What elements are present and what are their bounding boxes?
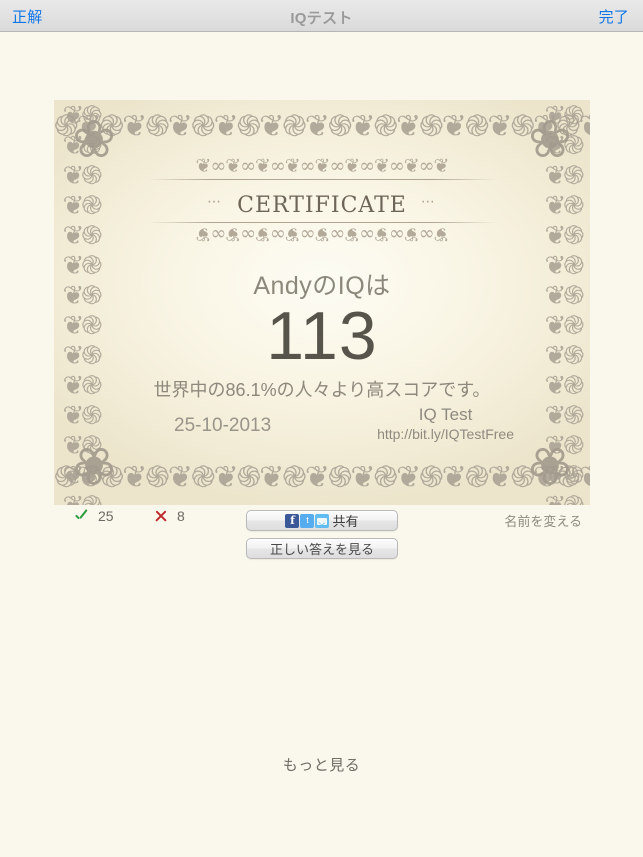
certificate-brand: IQ Test http://bit.ly/IQTestFree [377, 405, 514, 442]
share-button-label: 共有 [332, 514, 359, 529]
heading-dots-left-icon: ⋯ [207, 192, 224, 209]
share-icon-group: f t [285, 513, 330, 528]
flourish-ornament-top: ❦∞❦∞❦∞❦∞❦∞❦∞❦∞❦∞❦ [195, 156, 450, 176]
certificate-border-right: ❦֍❦֎❦֍❦֎❦֍❦֎❦֍❦֎❦֍❦֎❦֍❦֎❦֍❦֎❦֍❦ [544, 100, 584, 505]
certificate-card: ֍❦֎❦֍❦֎❦֍❦֎❦֍❦֎❦֍❦֎❦֍❦֎❦֍❦֎❦֍❦֎❦֍❦֎❦֍❦֎❦… [54, 100, 590, 505]
brand-name: IQ Test [418, 405, 473, 424]
certificate-heading-row: ⋯ Certificate ⋯ [112, 182, 532, 220]
share-button[interactable]: f t 共有 [246, 510, 398, 531]
heading-dots-right-icon: ⋯ [420, 192, 437, 209]
correct-count: 25 [98, 508, 114, 524]
certificate-border-bottom: ֍❦֎❦֍❦֎❦֍❦֎❦֍❦֎❦֍❦֎❦֍❦֎❦֍❦֎❦֍❦֎❦֍❦֎❦֍❦֎❦ [54, 461, 590, 494]
iq-owner-label: AndyのIQは [253, 272, 391, 300]
certificate-footer: 25-10-2013 IQ Test http://bit.ly/IQTestF… [112, 405, 532, 451]
correct-answers-stat: 25 [74, 508, 114, 524]
cross-icon [154, 509, 168, 523]
top-navigation-bar: 正解 IQテスト 完了 [0, 0, 643, 32]
certificate-border-left: ❦֍❦֎❦֍❦֎❦֍❦֎❦֍❦֎❦֍❦֎❦֍❦֎❦֍❦֎❦֍❦ [62, 100, 102, 505]
certificate-heading: Certificate [237, 182, 407, 220]
nav-done-button[interactable]: 完了 [599, 6, 629, 27]
page-title: IQテスト [290, 10, 353, 27]
wrong-answers-stat: 8 [154, 508, 185, 524]
facebook-icon[interactable]: f [285, 513, 300, 528]
wrong-count: 8 [177, 508, 185, 524]
twitter-icon[interactable]: t [300, 513, 315, 528]
view-answers-label: 正しい答えを見る [269, 542, 374, 557]
view-answers-button[interactable]: 正しい答えを見る [246, 538, 398, 559]
flourish-ornament-bottom: ❦∞❦∞❦∞❦∞❦∞❦∞❦∞❦∞❦ [195, 224, 449, 244]
certificate-rule-top [147, 179, 497, 180]
brand-url: http://bit.ly/IQTestFree [377, 426, 514, 442]
certificate-border-top: ֍❦֎❦֍❦֎❦֍❦֎❦֍❦֎❦֍❦֎❦֍❦֎❦֍❦֎❦֍❦֎❦֍❦֎❦֍❦֎❦ [54, 110, 590, 143]
email-icon[interactable] [315, 513, 330, 528]
certificate-rule-bottom [147, 222, 497, 223]
check-icon [74, 509, 89, 524]
rename-link[interactable]: 名前を変える [504, 511, 582, 530]
see-more-link[interactable]: もっと見る [0, 754, 643, 775]
certificate-date: 25-10-2013 [174, 415, 272, 436]
iq-percentile-text: 世界中の86.1%の人々より高スコアです。 [153, 380, 491, 400]
iq-score-value: 113 [266, 298, 378, 374]
